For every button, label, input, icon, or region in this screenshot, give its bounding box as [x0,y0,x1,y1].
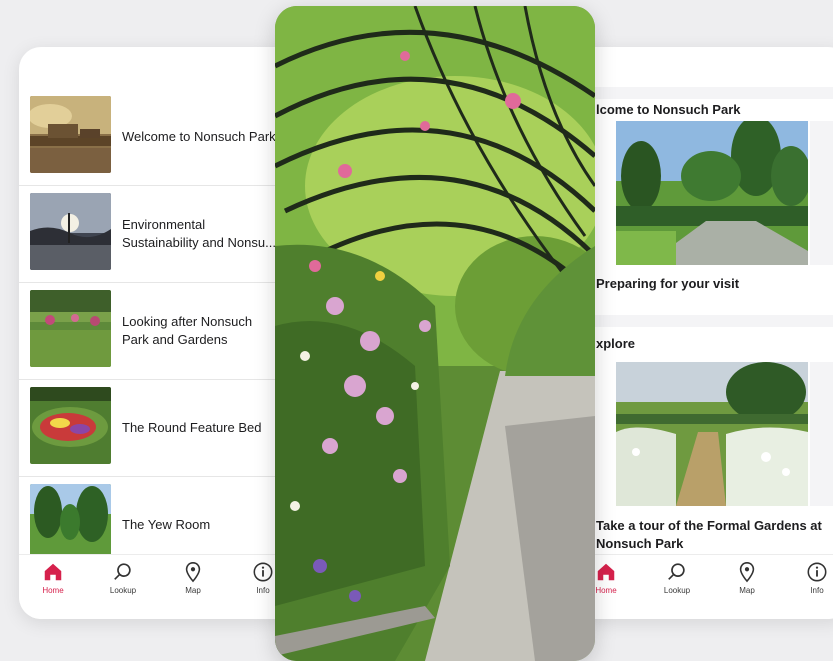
garden-thumbnail [30,290,111,367]
rose-arch-photo [275,6,595,661]
info-icon [807,562,827,582]
tab-bar: Home Lookup Map Info [19,554,309,619]
tab-lookup[interactable]: Lookup [98,561,148,595]
tab-label: Info [256,586,270,595]
park-photo[interactable] [616,121,808,265]
flower-bed-thumbnail [30,387,111,464]
tab-map[interactable]: Map [168,561,218,595]
info-icon [253,562,273,582]
formal-gardens-photo[interactable] [616,362,808,506]
next-card-edge [810,362,833,506]
section-title-explore[interactable]: xplore [560,332,833,356]
list-item[interactable]: The Round Feature Bed [19,379,309,476]
list-item-label: Looking after Nonsuch Park and Gardens [122,314,253,347]
tab-label: Home [595,586,617,595]
divider [560,87,833,99]
list-item-label: The Round Feature Bed [122,420,262,435]
divider [560,315,833,327]
list-item-label: Environmental Sustainability and Nonsu..… [122,217,276,250]
tab-lookup[interactable]: Lookup [652,561,702,595]
list-item[interactable]: Looking after Nonsuch Park and Gardens [19,282,309,379]
yew-trees-thumbnail [30,484,111,561]
list-item[interactable]: Environmental Sustainability and Nonsu..… [19,185,309,282]
tab-info[interactable]: Info [792,561,833,595]
right-phone-screen: lcome to Nonsuch Park Preparing for your… [560,47,833,619]
list-item[interactable]: Welcome to Nonsuch Park [19,89,309,185]
painting-thumbnail [30,96,111,173]
home-icon [44,563,62,581]
tab-label: Home [42,586,64,595]
left-phone-screen: Welcome to Nonsuch Park Environmental Su… [19,47,309,619]
search-icon [668,563,685,580]
map-pin-icon [739,562,755,583]
content-list: Welcome to Nonsuch Park Environmental Su… [19,89,309,573]
tab-label: Info [810,586,824,595]
tab-label: Lookup [109,586,137,595]
section-title-welcome[interactable]: lcome to Nonsuch Park [560,99,833,121]
section-title-preparing[interactable]: Preparing for your visit [560,269,833,299]
list-item-label: Welcome to Nonsuch Park [122,129,276,144]
tab-map[interactable]: Map [722,561,772,595]
home-icon [597,563,615,581]
tab-label: Map [185,586,201,595]
tab-bar: Home Lookup Map Info [560,554,833,619]
section-title-tour[interactable]: Take a tour of the Formal Gardens at Non… [560,517,833,557]
tab-label: Lookup [663,586,691,595]
search-icon [114,563,131,580]
tab-label: Map [739,586,755,595]
sunset-thumbnail [30,193,111,270]
tab-home[interactable]: Home [28,561,78,595]
next-card-edge [810,121,833,265]
map-pin-icon [185,562,201,583]
